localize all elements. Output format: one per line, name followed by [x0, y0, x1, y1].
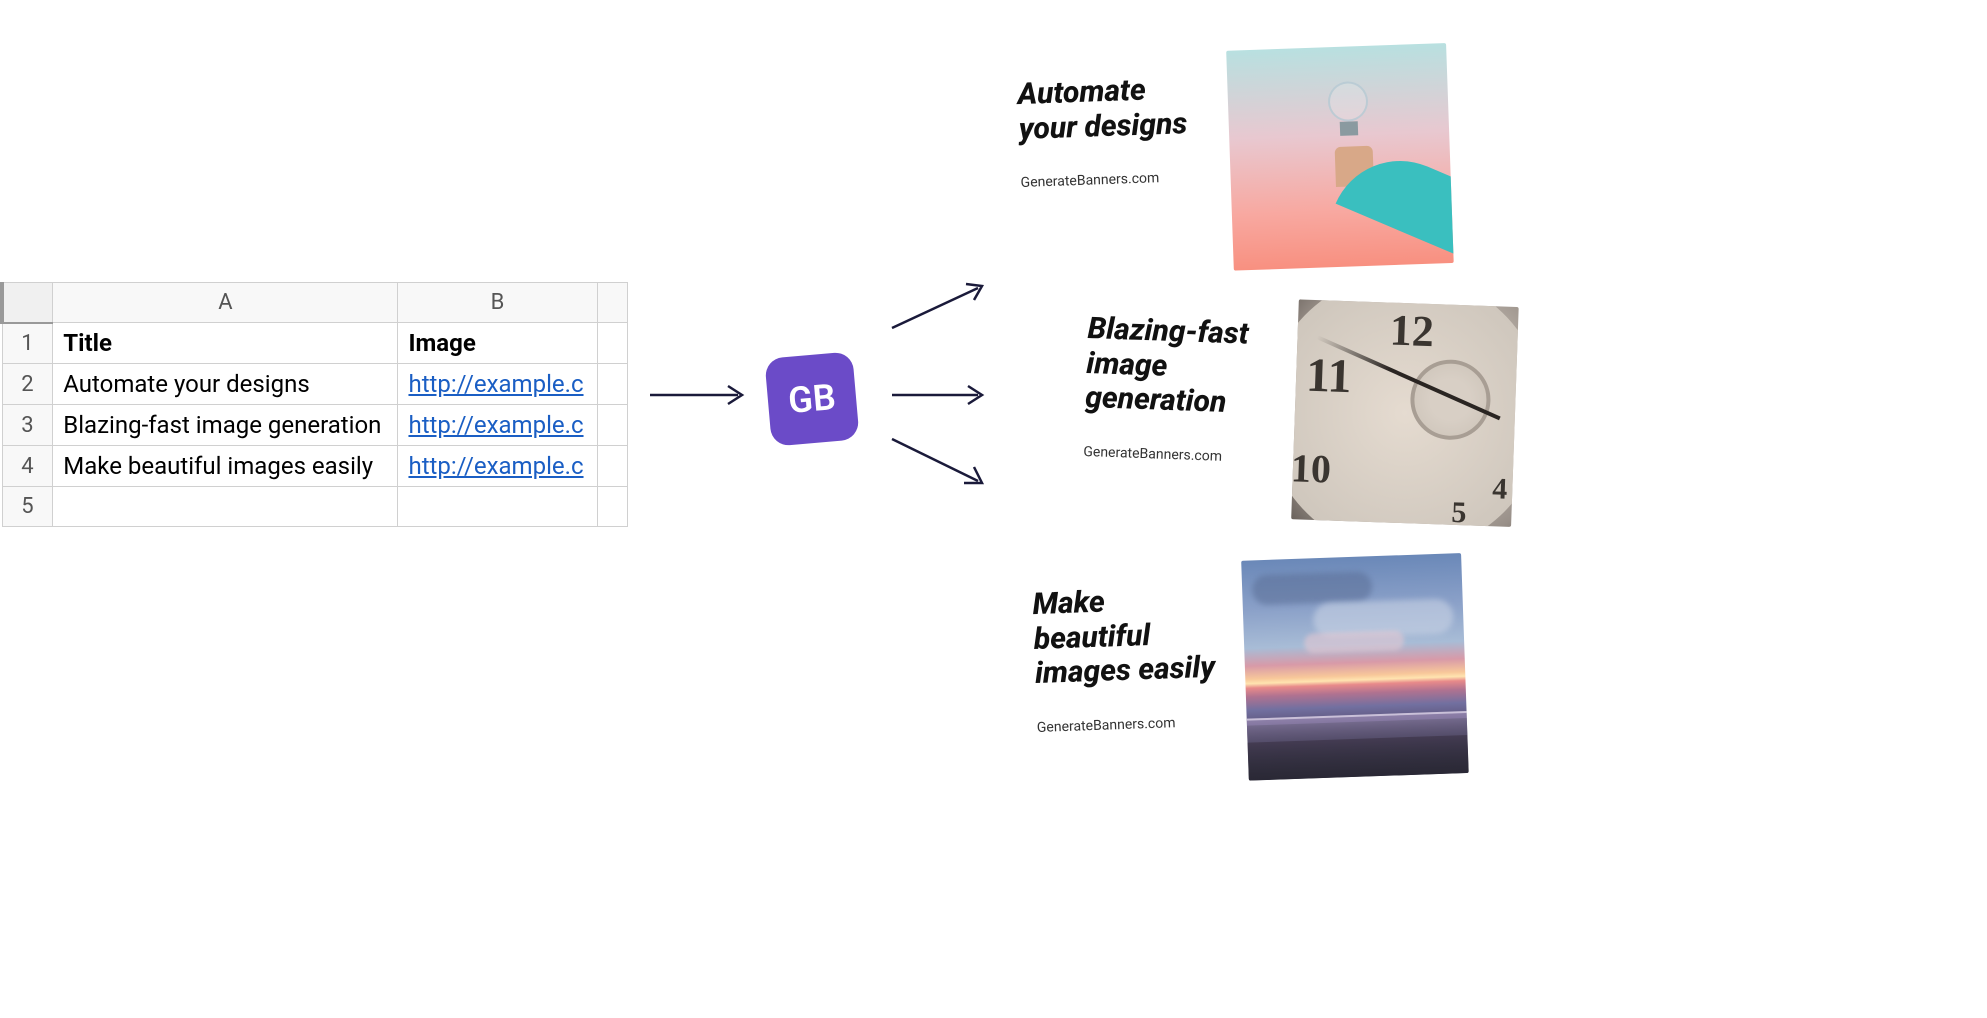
card-footer: GenerateBanners.com — [1020, 168, 1210, 191]
corner-cell — [2, 283, 53, 323]
arrow-out-top-icon — [890, 280, 990, 330]
row-number[interactable]: 3 — [2, 405, 53, 446]
row-number[interactable]: 4 — [2, 446, 53, 487]
column-header-row: A B — [2, 283, 628, 323]
cell-title[interactable]: Make beautiful images easily — [53, 446, 398, 487]
card-title: Blazing-fast image generation — [1085, 312, 1278, 422]
arrow-out-middle-icon — [890, 380, 990, 410]
generated-card-3: Make beautiful images easily GenerateBan… — [1031, 552, 1498, 788]
column-header-a[interactable]: A — [53, 283, 398, 323]
row-number[interactable]: 1 — [2, 323, 53, 364]
gb-app-label: GB — [787, 376, 838, 422]
card-image-sunset — [1241, 553, 1469, 781]
generated-card-2: Blazing-fast image generation GenerateBa… — [1081, 292, 1548, 528]
cell-title[interactable]: Blazing-fast image generation — [53, 405, 398, 446]
card-title: Make beautiful images easily — [1032, 581, 1225, 691]
header-image[interactable]: Image — [398, 323, 597, 364]
cell-image-link[interactable]: http://example.c — [398, 364, 597, 405]
generated-card-1: Automate your designs GenerateBanners.co… — [1016, 42, 1483, 278]
column-header-b[interactable]: B — [398, 283, 597, 323]
card-footer: GenerateBanners.com — [1083, 443, 1273, 466]
gb-app-icon: GB — [764, 351, 859, 446]
cell-title[interactable]: Automate your designs — [53, 364, 398, 405]
table-row: 2 Automate your designs http://example.c — [2, 364, 628, 405]
cell-image-link[interactable]: http://example.c — [398, 405, 597, 446]
table-row: 4 Make beautiful images easily http://ex… — [2, 446, 628, 487]
card-image-clock: 12 11 10 4 5 — [1291, 299, 1519, 527]
card-footer: GenerateBanners.com — [1037, 713, 1227, 736]
table-row: 5 — [2, 487, 628, 527]
header-title[interactable]: Title — [53, 323, 398, 364]
card-title: Automate your designs — [1017, 71, 1209, 147]
spreadsheet: A B 1 Title Image 2 Automate your design… — [0, 282, 628, 527]
row-number[interactable]: 2 — [2, 364, 53, 405]
cell-image-link[interactable]: http://example.c — [398, 446, 597, 487]
column-header-c — [597, 283, 627, 323]
arrow-out-bottom-icon — [890, 435, 990, 490]
table-row: 1 Title Image — [2, 323, 628, 364]
row-number[interactable]: 5 — [2, 487, 53, 527]
arrow-in-icon — [650, 380, 750, 410]
table-row: 3 Blazing-fast image generation http://e… — [2, 405, 628, 446]
card-image-lightbulb — [1226, 43, 1454, 271]
